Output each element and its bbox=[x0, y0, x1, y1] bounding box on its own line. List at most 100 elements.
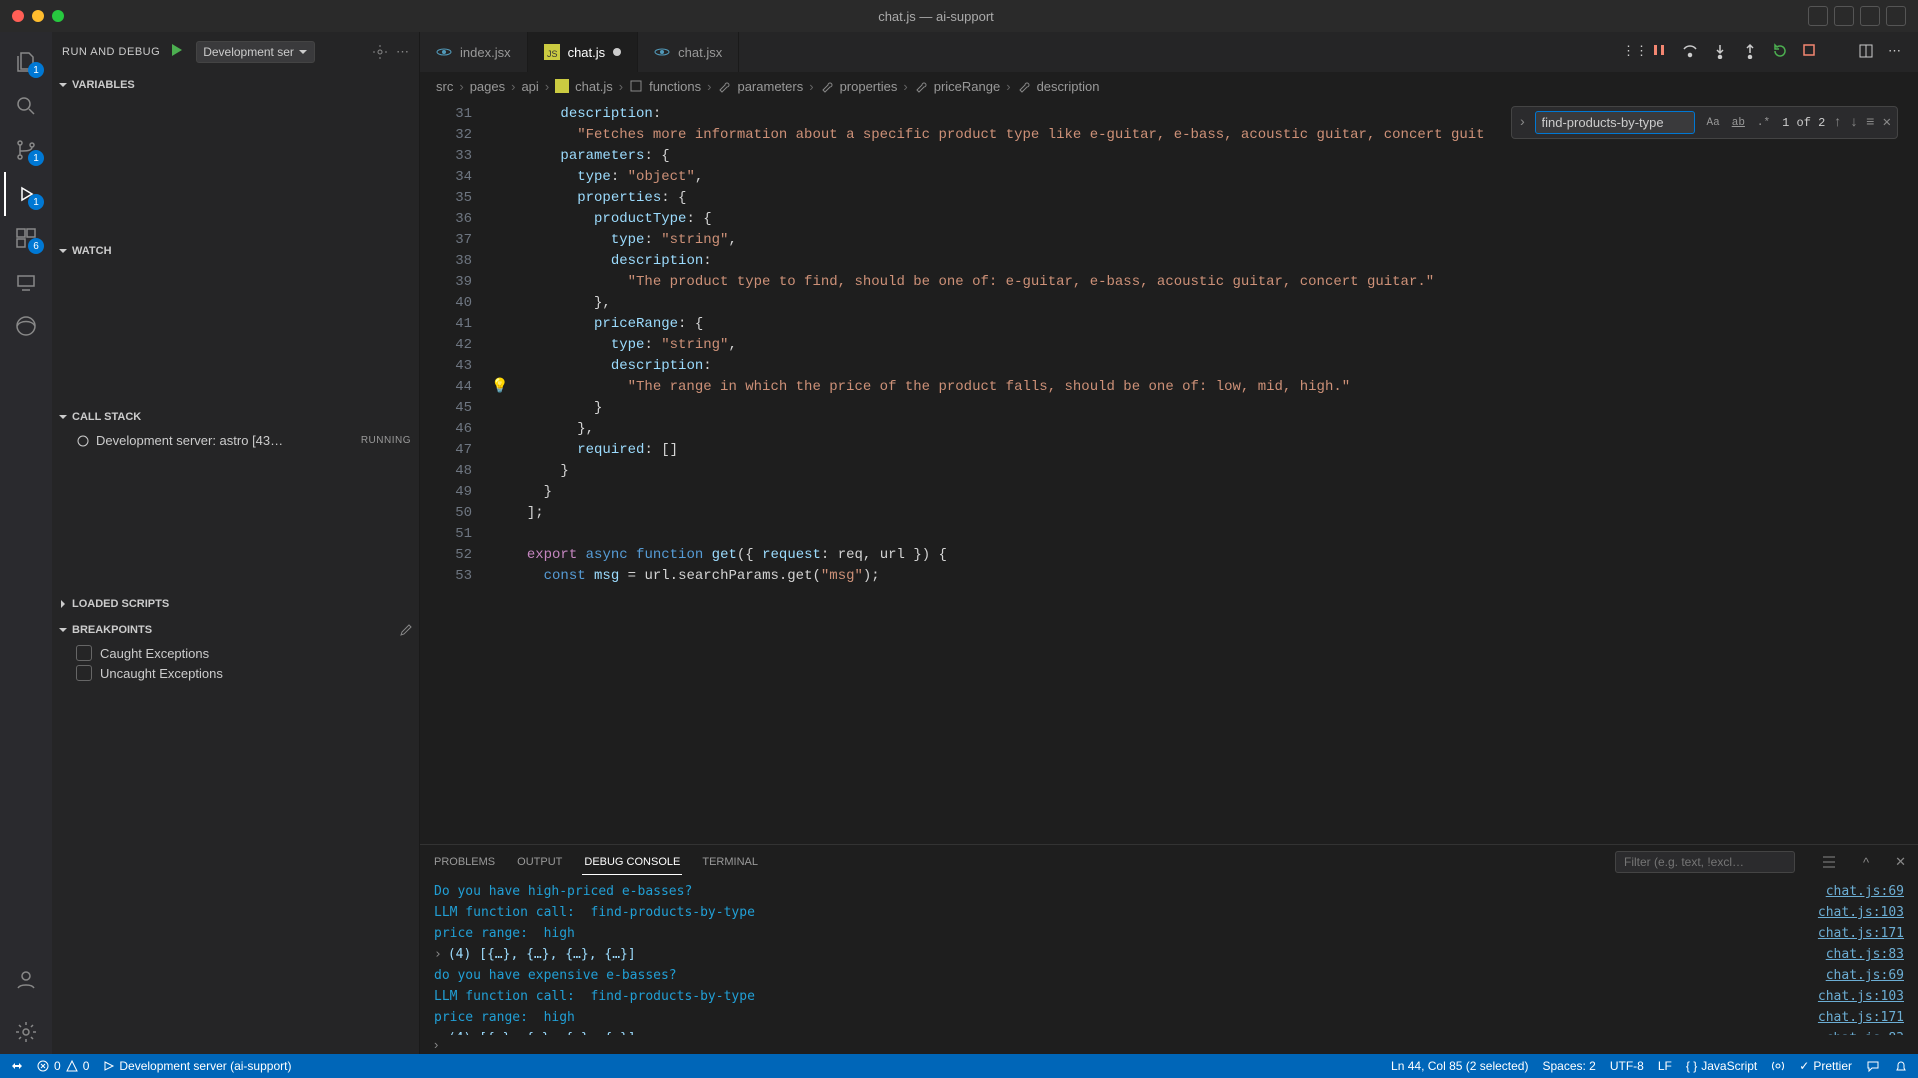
debug-console-body[interactable]: Do you have high-priced e-basses?chat.js… bbox=[420, 879, 1918, 1035]
explorer-activity[interactable]: 1 bbox=[4, 40, 48, 84]
remote-activity[interactable] bbox=[4, 260, 48, 304]
tab-chat-jsx[interactable]: chat.jsx bbox=[638, 32, 739, 72]
code-content[interactable]: properties: { bbox=[510, 188, 1918, 209]
code-line[interactable]: 43 description: bbox=[420, 356, 1918, 377]
pause-button[interactable] bbox=[1652, 43, 1670, 61]
step-into-button[interactable] bbox=[1712, 43, 1730, 61]
code-content[interactable]: "The range in which the price of the pro… bbox=[510, 377, 1918, 398]
breakpoint-uncaught[interactable]: Uncaught Exceptions bbox=[52, 663, 419, 683]
cursor-position[interactable]: Ln 44, Col 85 (2 selected) bbox=[1391, 1059, 1528, 1073]
start-debug-button[interactable] bbox=[168, 42, 188, 62]
code-content[interactable]: type: "string", bbox=[510, 230, 1918, 251]
panel-close-icon[interactable]: ✕ bbox=[1895, 854, 1906, 870]
layout-sidebar-left-icon[interactable] bbox=[1808, 6, 1828, 26]
edit-breakpoint-icon[interactable] bbox=[399, 623, 413, 637]
breakpoints-section-header[interactable]: BREAKPOINTS bbox=[52, 617, 419, 643]
eol-status[interactable]: LF bbox=[1658, 1059, 1672, 1073]
code-line[interactable]: 47 required: [] bbox=[420, 440, 1918, 461]
code-line[interactable]: 35 properties: { bbox=[420, 188, 1918, 209]
indentation-status[interactable]: Spaces: 2 bbox=[1542, 1059, 1595, 1073]
bell-icon[interactable] bbox=[1894, 1059, 1908, 1073]
code-content[interactable]: } bbox=[510, 482, 1918, 503]
extensions-activity[interactable]: 6 bbox=[4, 216, 48, 260]
prettier-status[interactable]: ✓ Prettier bbox=[1799, 1059, 1852, 1073]
restart-button[interactable] bbox=[1772, 43, 1790, 61]
console-source-link[interactable]: chat.js:103 bbox=[1818, 903, 1904, 922]
code-line[interactable]: 49 } bbox=[420, 482, 1918, 503]
radio-tower-icon[interactable] bbox=[1771, 1059, 1785, 1073]
code-line[interactable]: 44💡 "The range in which the price of the… bbox=[420, 377, 1918, 398]
settings-gear-button[interactable] bbox=[372, 44, 388, 60]
console-line[interactable]: ›(4) [{…}, {…}, {…}, {…}]chat.js:83 bbox=[434, 1028, 1904, 1035]
run-debug-activity[interactable]: 1 bbox=[4, 172, 48, 216]
code-content[interactable] bbox=[510, 524, 1918, 545]
regex-button[interactable]: .* bbox=[1753, 115, 1774, 131]
code-content[interactable]: required: [] bbox=[510, 440, 1918, 461]
code-line[interactable]: 45 } bbox=[420, 398, 1918, 419]
code-line[interactable]: 41 priceRange: { bbox=[420, 314, 1918, 335]
find-selection-button[interactable]: ≡ bbox=[1866, 115, 1874, 131]
code-line[interactable]: 52 export async function get({ request: … bbox=[420, 545, 1918, 566]
launch-status[interactable]: Development server (ai-support) bbox=[101, 1059, 291, 1073]
panel-tab-terminal[interactable]: TERMINAL bbox=[700, 850, 760, 874]
minimize-window-button[interactable] bbox=[32, 10, 44, 22]
crumb[interactable]: priceRange bbox=[934, 79, 1001, 94]
panel-tab-debug-console[interactable]: DEBUG CONSOLE bbox=[582, 850, 682, 875]
feedback-icon[interactable] bbox=[1866, 1059, 1880, 1073]
variables-section-header[interactable]: VARIABLES bbox=[52, 72, 419, 98]
code-line[interactable]: 34 type: "object", bbox=[420, 167, 1918, 188]
loaded-scripts-section-header[interactable]: LOADED SCRIPTS bbox=[52, 591, 419, 617]
launch-config-select[interactable]: Development ser bbox=[196, 41, 315, 63]
code-content[interactable]: type: "object", bbox=[510, 167, 1918, 188]
code-line[interactable]: 48 } bbox=[420, 461, 1918, 482]
crumb[interactable]: parameters bbox=[737, 79, 803, 94]
step-over-button[interactable] bbox=[1682, 43, 1700, 61]
code-content[interactable]: type: "string", bbox=[510, 335, 1918, 356]
callstack-section-header[interactable]: CALL STACK bbox=[52, 404, 419, 430]
crumb[interactable]: properties bbox=[840, 79, 898, 94]
console-source-link[interactable]: chat.js:69 bbox=[1826, 966, 1904, 985]
code-content[interactable]: parameters: { bbox=[510, 146, 1918, 167]
more-actions-button[interactable]: ⋯ bbox=[1888, 43, 1906, 61]
code-content[interactable]: description: bbox=[510, 251, 1918, 272]
watch-section-header[interactable]: WATCH bbox=[52, 238, 419, 264]
crumb[interactable]: pages bbox=[470, 79, 505, 94]
console-line[interactable]: ›(4) [{…}, {…}, {…}, {…}]chat.js:83 bbox=[434, 944, 1904, 965]
find-prev-button[interactable]: ↑ bbox=[1833, 115, 1841, 131]
code-line[interactable]: 40 }, bbox=[420, 293, 1918, 314]
crumb[interactable]: functions bbox=[649, 79, 701, 94]
more-actions-button[interactable]: ⋯ bbox=[396, 44, 409, 60]
toggle-replace-icon[interactable]: › bbox=[1518, 115, 1526, 131]
console-line[interactable]: LLM function call: find-products-by-type… bbox=[434, 986, 1904, 1007]
search-activity[interactable] bbox=[4, 84, 48, 128]
console-filter-input[interactable] bbox=[1615, 851, 1795, 873]
code-content[interactable]: "The product type to find, should be one… bbox=[510, 272, 1918, 293]
code-line[interactable]: 46 }, bbox=[420, 419, 1918, 440]
breadcrumbs[interactable]: src› pages› api› chat.js› functions› par… bbox=[420, 72, 1918, 100]
panel-maximize-icon[interactable]: ^ bbox=[1863, 855, 1869, 870]
console-source-link[interactable]: chat.js:103 bbox=[1818, 987, 1904, 1006]
editor[interactable]: › Aa ab .* 1 of 2 ↑ ↓ ≡ ✕ 31 description… bbox=[420, 100, 1918, 844]
console-line[interactable]: price range: highchat.js:171 bbox=[434, 1007, 1904, 1028]
tab-chat-js[interactable]: JS chat.js bbox=[528, 32, 639, 72]
browser-activity[interactable] bbox=[4, 304, 48, 348]
crumb[interactable]: chat.js bbox=[575, 79, 613, 94]
panel-tab-problems[interactable]: PROBLEMS bbox=[432, 850, 497, 874]
console-source-link[interactable]: chat.js:69 bbox=[1826, 882, 1904, 901]
code-content[interactable]: ]; bbox=[510, 503, 1918, 524]
console-line[interactable]: price range: highchat.js:171 bbox=[434, 923, 1904, 944]
layout-panel-icon[interactable] bbox=[1834, 6, 1854, 26]
source-control-activity[interactable]: 1 bbox=[4, 128, 48, 172]
console-source-link[interactable]: chat.js:171 bbox=[1818, 1008, 1904, 1027]
code-content[interactable]: const msg = url.searchParams.get("msg"); bbox=[510, 566, 1918, 587]
checkbox[interactable] bbox=[76, 665, 92, 681]
console-prompt[interactable]: › bbox=[420, 1035, 1918, 1054]
close-find-button[interactable]: ✕ bbox=[1883, 114, 1891, 131]
step-out-button[interactable] bbox=[1742, 43, 1760, 61]
code-content[interactable]: } bbox=[510, 461, 1918, 482]
problems-status[interactable]: 0 0 bbox=[36, 1059, 89, 1073]
code-content[interactable]: export async function get({ request: req… bbox=[510, 545, 1918, 566]
settings-activity[interactable] bbox=[4, 1010, 48, 1054]
drag-handle-icon[interactable]: ⋮⋮ bbox=[1622, 43, 1640, 61]
code-line[interactable]: 51 bbox=[420, 524, 1918, 545]
